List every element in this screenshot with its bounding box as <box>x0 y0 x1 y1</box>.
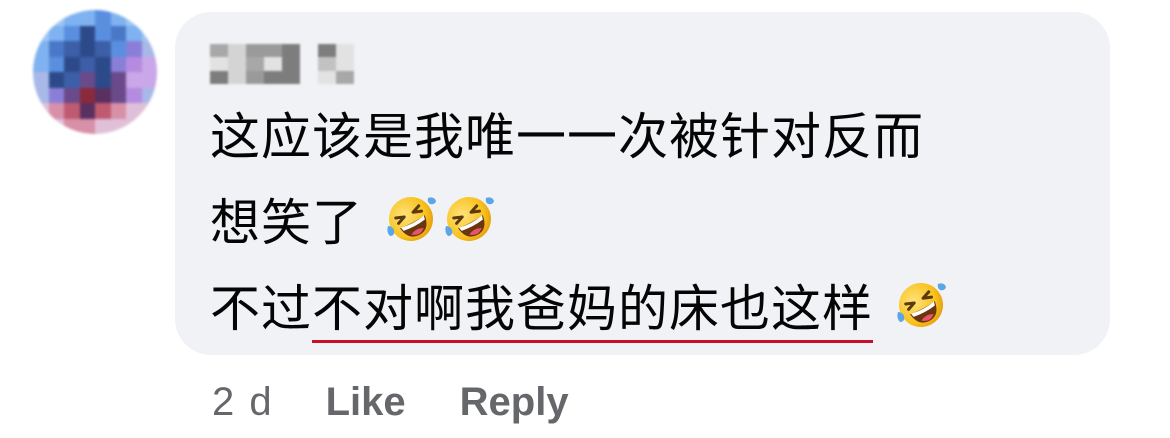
comment-line-2: 想笑了 <box>210 180 1090 266</box>
author-name-blurred[interactable] <box>210 44 354 84</box>
comment-line-1-text: 这应该是我唯一一次被针对反而 <box>210 108 924 166</box>
reply-button[interactable]: Reply <box>460 380 569 425</box>
comment-line-3: 不过不对啊我爸妈的床也这样 <box>210 266 1090 352</box>
avatar[interactable] <box>33 10 157 134</box>
comment-line-3-text: 不过 <box>210 280 312 338</box>
comment-text: 这应该是我唯一一次被针对反而 想笑了 不过不对啊我爸妈的床也这样 <box>210 94 1090 352</box>
comment-line-2-text: 想笑了 <box>210 194 363 252</box>
comment-line-1: 这应该是我唯一一次被针对反而 <box>210 94 1090 180</box>
like-button[interactable]: Like <box>326 380 406 425</box>
rolling-on-floor-laughing-icon <box>442 186 496 240</box>
rolling-on-floor-laughing-icon <box>384 186 438 240</box>
comment: 这应该是我唯一一次被针对反而 想笑了 不过不对啊我爸妈的床也这样 2 d Lik… <box>0 0 1170 438</box>
timestamp[interactable]: 2 d <box>212 380 274 425</box>
rolling-on-floor-laughing-icon <box>894 272 948 326</box>
comment-line-3-underlined-text: 不对啊我爸妈的床也这样 <box>312 280 873 338</box>
comment-actions: 2 d Like Reply <box>212 372 623 432</box>
